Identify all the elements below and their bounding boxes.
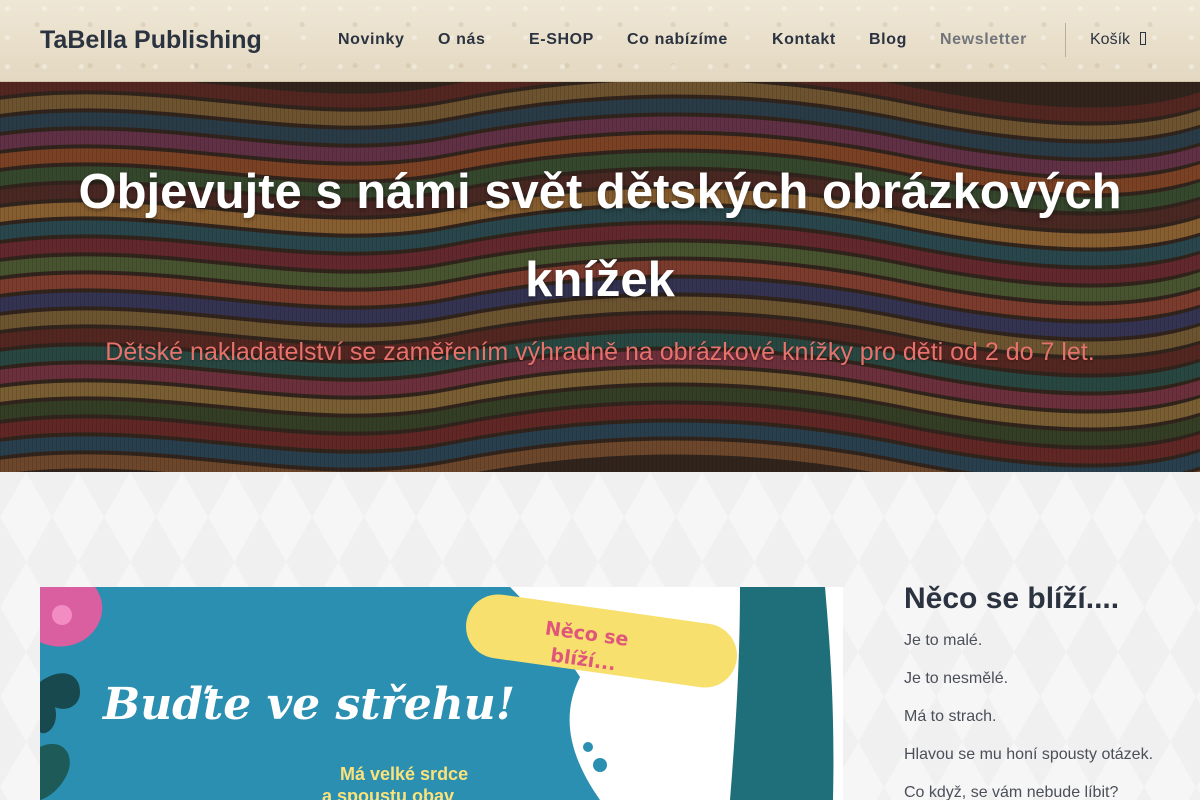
nav-item-blog[interactable]: Blog — [869, 31, 907, 49]
hero-subtitle: Dětské nakladatelství se zaměřením výhra… — [105, 338, 1095, 366]
shopping-bag-icon — [1140, 32, 1147, 45]
hero-banner: Objevujte s námi svět dětských obrázkový… — [0, 82, 1200, 472]
site-logo-text[interactable]: TaBella Publishing — [40, 26, 262, 55]
nav-divider — [1065, 23, 1066, 57]
promo-title: Buďte ve střehu! — [103, 679, 516, 730]
promo-line-1: Má velké srdce — [340, 764, 469, 784]
nav-item-newsletter[interactable]: Newsletter — [940, 31, 1027, 49]
promo-line-2: a spoustu obav — [322, 786, 455, 800]
nav-item-eshop[interactable]: E-SHOP — [529, 31, 594, 49]
sidebar-line: Co když, se vám nebude líbit? — [904, 784, 1119, 800]
sidebar-line: Je to nesmělé. — [904, 670, 1009, 687]
nav-item-kontakt[interactable]: Kontakt — [772, 31, 836, 49]
nav-item-novinky[interactable]: Novinky — [338, 31, 404, 49]
nav-item-co-nabizime[interactable]: Co nabízíme — [627, 31, 728, 49]
cart-label: Košík — [1090, 31, 1131, 48]
sidebar-line: Má to strach. — [904, 708, 997, 725]
site-header: TaBella Publishing Novinky O nás E-SHOP … — [0, 0, 1200, 82]
sidebar-line: Hlavou se mu honí spousty otázek. — [904, 746, 1154, 763]
sidebar-line: Je to malé. — [904, 632, 983, 649]
sidebar-text: Je to malé. Je to nesmělé. Má to strach.… — [904, 622, 1184, 800]
sidebar-widget: Něco se blíží.... Je to malé. Je to nesm… — [904, 582, 1184, 800]
hero-title: Objevujte s námi svět dětských obrázkový… — [78, 165, 1122, 307]
cart-link[interactable]: Košík — [1090, 31, 1147, 49]
nav-item-o-nas[interactable]: O nás — [438, 31, 485, 49]
featured-image[interactable]: Něco se blíží... Buďte ve střehu! Má vel… — [40, 587, 843, 800]
sidebar-title: Něco se blíží.... — [904, 582, 1120, 615]
